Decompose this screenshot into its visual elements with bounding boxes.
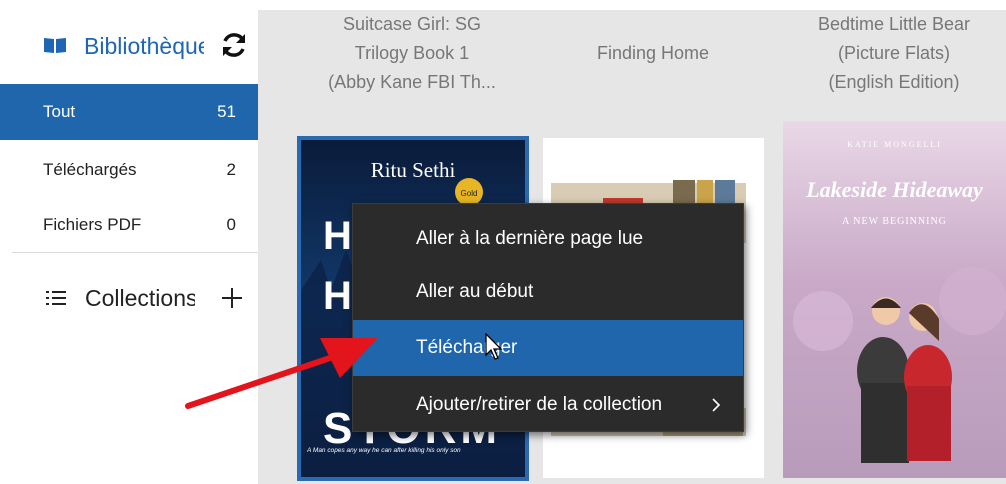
book-cover-art — [783, 121, 1006, 478]
book-title-line: (English Edition) — [828, 72, 960, 92]
sidebar-item-label: Fichiers PDF — [43, 215, 142, 234]
menu-item-label: Aller au début — [416, 281, 534, 302]
cover-author: Ritu Sethi — [370, 158, 456, 182]
cover-tagline: A Man copes any way he can after killing… — [307, 447, 461, 454]
collections-label: Collections — [85, 285, 195, 311]
annotation-arrow-icon — [185, 338, 378, 409]
sidebar-header: Bibliothèque — [0, 0, 258, 84]
chevron-right-icon — [712, 398, 721, 412]
collections-row[interactable]: Collections — [0, 272, 258, 324]
sidebar-divider — [12, 252, 258, 253]
book-cover-3[interactable]: KATIE MONGELLI Lakeside Hideaway A NEW B… — [783, 121, 1006, 478]
sidebar-item-count: 51 — [217, 102, 236, 121]
book-icon — [44, 38, 66, 53]
sidebar-item-count: 0 — [226, 215, 236, 234]
sidebar-item-label: Téléchargés — [43, 160, 137, 179]
main-top-strip — [258, 0, 1006, 10]
context-menu: Aller à la dernière page lue Aller au dé… — [352, 203, 744, 432]
menu-item-label: Aller à la dernière page lue — [416, 228, 644, 249]
cover-letter: H — [323, 214, 352, 258]
menu-item-go-to-start[interactable]: Aller au début — [353, 264, 743, 320]
book-title-line: Trilogy Book 1 — [354, 43, 470, 63]
book-title-line: (Picture Flats) — [837, 43, 951, 63]
cover-title: Lakeside Hideaway — [806, 177, 983, 202]
sync-icon[interactable] — [218, 29, 250, 61]
svg-text:Gold: Gold — [461, 189, 478, 198]
mouse-cursor-icon — [485, 333, 503, 360]
book-title-3[interactable]: Bedtime Little Bear (Picture Flats) (Eng… — [784, 10, 1004, 97]
cover-author: KATIE MONGELLI — [847, 140, 942, 149]
book-title-1[interactable]: Suitcase Girl: SG Trilogy Book 1 (Abby K… — [302, 10, 522, 97]
cover-subtitle: A NEW BEGINNING — [842, 216, 947, 227]
book-title-line: Suitcase Girl: SG — [342, 14, 482, 34]
sidebar-item-downloaded[interactable]: Téléchargés 2 — [0, 142, 258, 198]
add-collection-icon[interactable] — [218, 284, 246, 312]
menu-item-label: Ajouter/retirer de la collection — [416, 394, 663, 415]
sidebar-item-pdf[interactable]: Fichiers PDF 0 — [0, 197, 258, 253]
cover-letter: H — [323, 274, 352, 318]
sidebar-item-count: 2 — [226, 160, 236, 179]
book-title-line: (Abby Kane FBI Th... — [328, 72, 496, 92]
list-icon — [46, 291, 66, 305]
menu-item-last-page[interactable]: Aller à la dernière page lue — [353, 211, 743, 267]
book-title-line: Finding Home — [596, 43, 710, 63]
library-title[interactable]: Bibliothèque — [84, 30, 204, 62]
book-title-line: Bedtime Little Bear — [817, 14, 971, 34]
sidebar-item-label: Tout — [43, 102, 76, 121]
book-title-2[interactable]: Finding Home — [543, 39, 763, 68]
menu-item-download[interactable]: Télécharger — [353, 320, 743, 376]
menu-item-add-remove-collection[interactable]: Ajouter/retirer de la collection — [353, 377, 743, 433]
sidebar-item-all[interactable]: Tout 51 — [0, 84, 258, 140]
